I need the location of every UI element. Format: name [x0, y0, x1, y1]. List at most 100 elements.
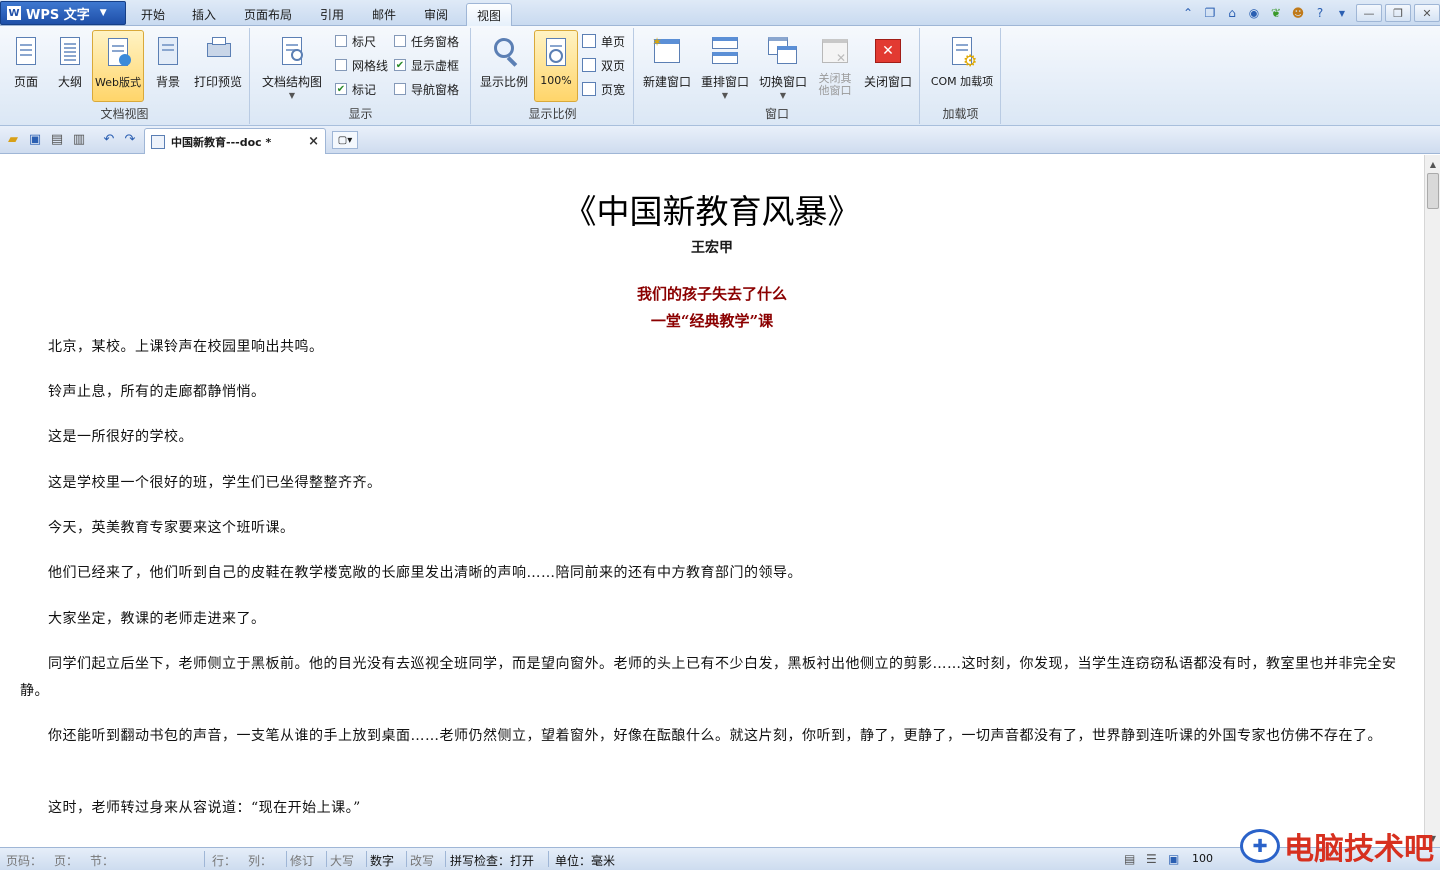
- redo-icon[interactable]: ↷: [122, 131, 138, 147]
- double-page-button[interactable]: 双页: [582, 54, 625, 76]
- tab-references[interactable]: 引用: [309, 3, 355, 26]
- help-icon[interactable]: ?: [1312, 5, 1328, 21]
- gear-icon: ⚙: [947, 35, 977, 70]
- switch-window-button[interactable]: 切换窗口 ▼: [757, 30, 809, 102]
- web-view-icon[interactable]: ▣: [1168, 852, 1179, 866]
- paragraph: 同学们起立后坐下，老师侧立于黑板前。他的目光没有去巡视全班同学，而是望向窗外。老…: [20, 656, 1397, 699]
- document-area[interactable]: 《中国新教育风暴》 王宏甲 我们的孩子失去了什么 一堂“经典教学”课 北京，某校…: [0, 155, 1424, 847]
- single-page-label: 单页: [601, 34, 626, 49]
- divider: [406, 851, 407, 867]
- page-view-icon[interactable]: ▤: [1124, 852, 1135, 866]
- show-frame-checkbox[interactable]: ✔ 显示虚框: [394, 55, 459, 75]
- divider: [548, 851, 549, 867]
- print-preview-label: 打印预览: [193, 75, 242, 89]
- background-button[interactable]: 背景: [146, 30, 190, 102]
- scroll-up-icon[interactable]: ▲: [1426, 157, 1440, 171]
- app-menu-button[interactable]: W WPS 文字 ▼: [0, 1, 126, 25]
- print-preview-icon[interactable]: ▥: [71, 131, 87, 147]
- checkbox-ruler[interactable]: [335, 35, 347, 47]
- task-pane-label: 任务窗格: [411, 34, 460, 49]
- status-overwrite[interactable]: 改写: [410, 852, 434, 869]
- status-caps[interactable]: 大写: [330, 852, 354, 869]
- tab-review[interactable]: 审阅: [413, 3, 459, 26]
- open-folder-icon[interactable]: ▰: [5, 131, 21, 147]
- paragraph: 大家坐定，教课的老师走进来了。: [48, 611, 266, 627]
- restore-button[interactable]: ❐: [1385, 4, 1411, 22]
- doc-structure-button[interactable]: 文档结构图 ▼: [259, 30, 325, 102]
- outline-view-button[interactable]: 大纲: [48, 30, 92, 102]
- close-tab-icon[interactable]: ×: [308, 134, 319, 149]
- status-num[interactable]: 数字: [370, 852, 394, 869]
- zoom-button[interactable]: 显示比例: [478, 30, 530, 102]
- watermark: ✚ 电脑技术吧: [1240, 824, 1434, 868]
- ribbon: 页面 大纲 Web版式 背景 打印预览 文档视图 文档结构图 ▼ 标尺 网格线 …: [0, 26, 1440, 126]
- windows-icon[interactable]: ❐: [1202, 5, 1218, 21]
- zoom-100-button[interactable]: 100%: [534, 30, 578, 102]
- paragraph: 这是学校里一个很好的班，学生们已坐得整整齐齐。: [48, 475, 382, 491]
- tab-mail[interactable]: 邮件: [361, 3, 407, 26]
- marks-checkbox[interactable]: ✔ 标记: [335, 79, 376, 99]
- page-view-button[interactable]: 页面: [4, 30, 48, 102]
- outline-view-icon[interactable]: ☰: [1146, 852, 1157, 866]
- status-spell-check[interactable]: 拼写检查：打开: [450, 852, 534, 869]
- divider: [445, 851, 446, 867]
- nav-pane-checkbox[interactable]: 导航窗格: [394, 79, 459, 99]
- chevron-down-icon[interactable]: ▼: [1334, 5, 1350, 21]
- new-window-button[interactable]: ✶ 新建窗口: [641, 30, 693, 102]
- gridlines-label: 网格线: [352, 58, 389, 73]
- web-layout-icon: [103, 36, 133, 70]
- group-label-show: 显示: [348, 107, 373, 121]
- close-window-btn[interactable]: ✕ 关闭窗口: [861, 30, 915, 102]
- document-tab-bar: ▰ ▣ ▤ ▥ ↶ ↷ 中国新教育---doc * × ▢▾: [0, 126, 1440, 154]
- scroll-thumb[interactable]: [1427, 173, 1439, 209]
- globe-icon[interactable]: ◉: [1246, 5, 1262, 21]
- divider: [366, 851, 367, 867]
- save-icon[interactable]: ▣: [27, 131, 43, 147]
- nav-pane-label: 导航窗格: [411, 82, 460, 97]
- users-icon[interactable]: ☻: [1290, 5, 1306, 21]
- com-addins-button[interactable]: ⚙ COM 加载项: [927, 30, 997, 102]
- collapse-ribbon-icon[interactable]: ⌃: [1180, 5, 1196, 21]
- group-addins: ⚙ COM 加载项 加载项: [921, 28, 1001, 124]
- undo-icon[interactable]: ↶: [101, 131, 117, 147]
- leaf-icon[interactable]: ❦: [1268, 5, 1284, 21]
- status-zoom[interactable]: 100: [1192, 852, 1213, 865]
- close-window-button[interactable]: ✕: [1414, 4, 1440, 22]
- home-icon[interactable]: ⌂: [1224, 5, 1240, 21]
- document-tab[interactable]: 中国新教育---doc * ×: [144, 128, 326, 154]
- gridlines-checkbox[interactable]: 网格线: [335, 55, 388, 75]
- paragraph: 这是一所很好的学校。: [48, 429, 193, 445]
- ruler-checkbox[interactable]: 标尺: [335, 31, 376, 51]
- page-width-button[interactable]: 页宽: [582, 78, 625, 100]
- watermark-logo-icon: ✚: [1240, 829, 1280, 863]
- switch-window-icon: [768, 35, 798, 69]
- checkbox-nav-pane[interactable]: [394, 83, 406, 95]
- print-icon[interactable]: ▤: [49, 131, 65, 147]
- tab-view[interactable]: 视图: [466, 3, 512, 26]
- tab-page-layout[interactable]: 页面布局: [235, 3, 301, 26]
- checkbox-show-frame[interactable]: ✔: [394, 59, 406, 71]
- status-unit[interactable]: 单位：毫米: [555, 852, 615, 869]
- status-revise[interactable]: 修订: [290, 852, 314, 869]
- minimize-button[interactable]: —: [1356, 4, 1382, 22]
- paragraph: 铃声止息，所有的走廊都静悄悄。: [48, 384, 266, 400]
- tab-start[interactable]: 开始: [131, 3, 175, 26]
- vertical-scrollbar[interactable]: ▲ ▼: [1424, 155, 1440, 847]
- print-preview-button[interactable]: 打印预览: [190, 30, 246, 102]
- checkbox-gridlines[interactable]: [335, 59, 347, 71]
- tab-insert[interactable]: 插入: [181, 3, 227, 26]
- task-pane-checkbox[interactable]: 任务窗格: [394, 31, 459, 51]
- checkbox-task-pane[interactable]: [394, 35, 406, 47]
- new-tab-button[interactable]: ▢▾: [332, 131, 358, 149]
- checkbox-marks[interactable]: ✔: [335, 83, 347, 95]
- paragraph: 这时，老师转过身来从容说道：“现在开始上课。”: [48, 800, 361, 816]
- background-label: 背景: [155, 75, 180, 89]
- chevron-down-icon: ▼: [779, 91, 787, 100]
- new-window-label: 新建窗口: [642, 75, 691, 89]
- single-page-icon: [582, 34, 596, 48]
- arrange-window-button[interactable]: 重排窗口 ▼: [699, 30, 751, 102]
- web-view-button[interactable]: Web版式: [92, 30, 144, 102]
- paragraph: 今天，英美教育专家要来这个班听课。: [48, 520, 295, 536]
- close-others-button[interactable]: ✕ 关闭其他窗口: [813, 30, 857, 102]
- single-page-button[interactable]: 单页: [582, 30, 625, 52]
